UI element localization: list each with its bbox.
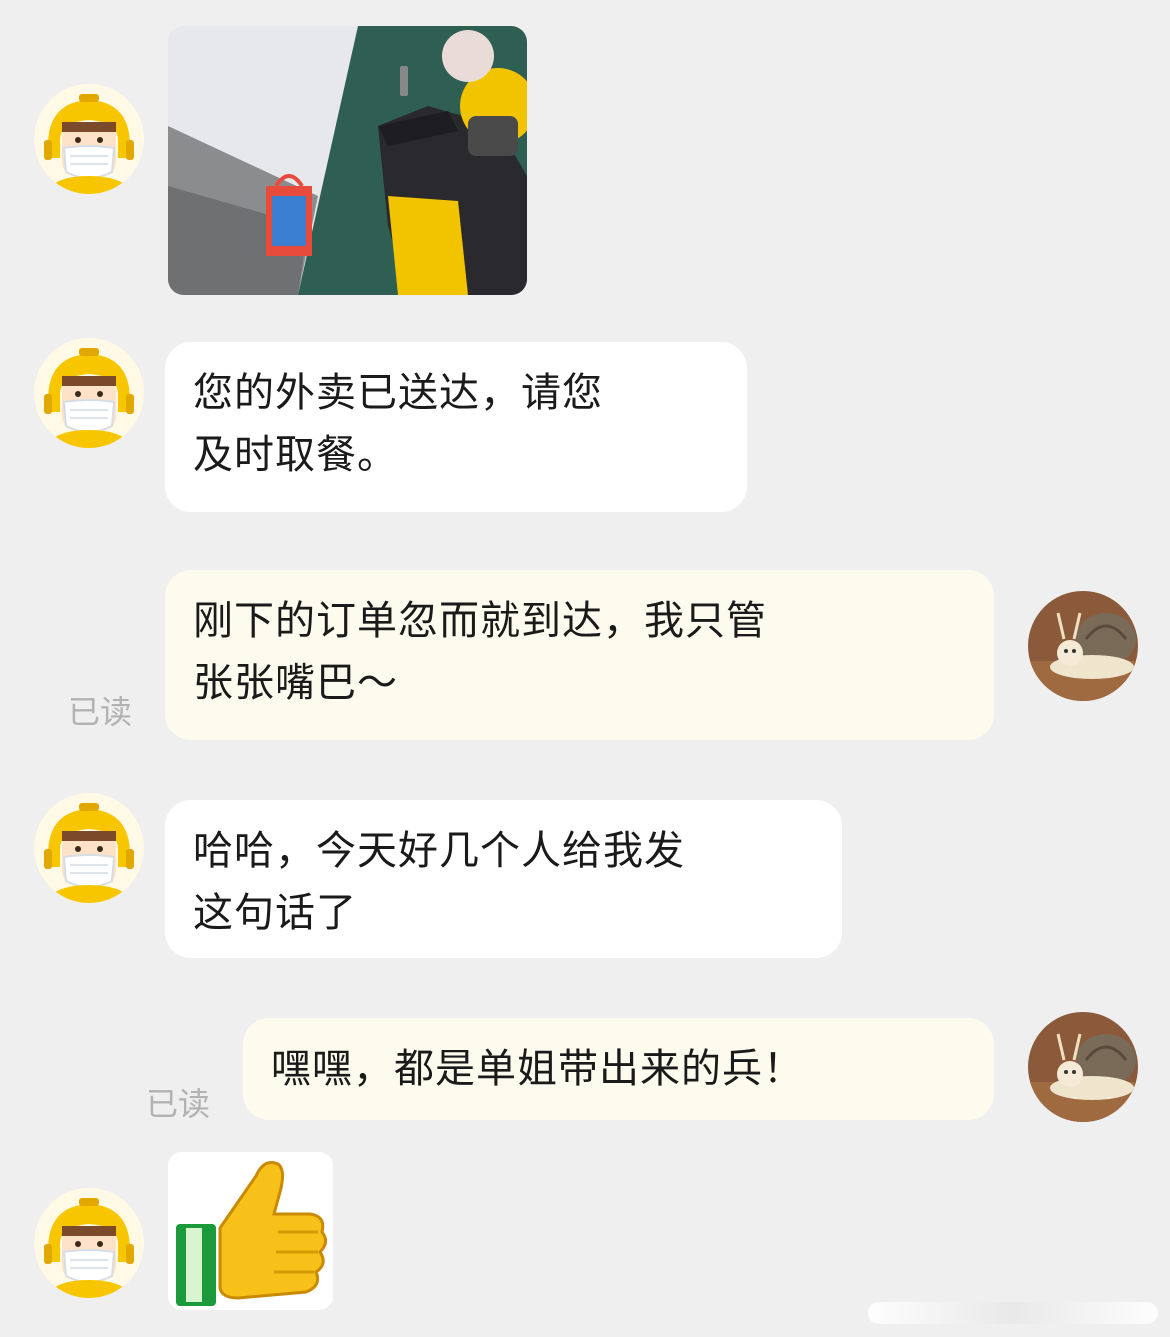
incoming-message-bubble[interactable]: 您的外卖已送达，请您 及时取餐。 xyxy=(165,342,747,512)
my-avatar[interactable] xyxy=(1028,1012,1138,1122)
courier-delivery-photo[interactable] xyxy=(168,26,527,295)
cat-snail-icon xyxy=(1028,591,1138,701)
courier-helmet-icon xyxy=(34,793,144,903)
watermark-bar xyxy=(868,1302,1158,1324)
courier-helmet-icon xyxy=(34,338,144,448)
read-status: 已读 xyxy=(68,693,133,731)
courier-helmet-icon xyxy=(34,1188,144,1298)
outgoing-message-bubble[interactable]: 刚下的订单忽而就到达，我只管 张张嘴巴～ xyxy=(165,570,994,740)
delivery-photo-image xyxy=(168,26,527,295)
incoming-message-bubble[interactable]: 哈哈，今天好几个人给我发 这句话了 xyxy=(165,800,842,958)
courier-avatar[interactable] xyxy=(34,1188,144,1298)
cat-snail-icon xyxy=(1028,1012,1138,1122)
courier-helmet-icon xyxy=(34,84,144,194)
courier-avatar[interactable] xyxy=(34,793,144,903)
read-status: 已读 xyxy=(146,1085,211,1123)
my-avatar[interactable] xyxy=(1028,591,1138,701)
courier-avatar[interactable] xyxy=(34,84,144,194)
thumbs-up-sticker[interactable] xyxy=(168,1152,333,1310)
outgoing-message-bubble[interactable]: 嘿嘿，都是单姐带出来的兵！ xyxy=(243,1018,994,1120)
courier-avatar[interactable] xyxy=(34,338,144,448)
thumbs-up-icon xyxy=(168,1152,333,1310)
